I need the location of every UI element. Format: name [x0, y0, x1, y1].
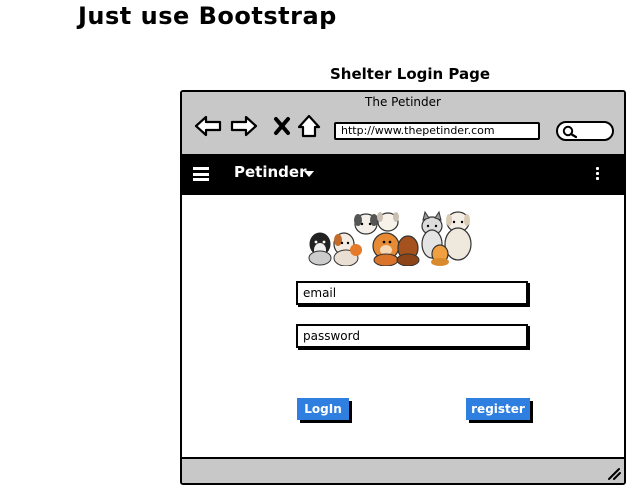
- password-field[interactable]: password: [296, 324, 528, 348]
- hamburger-menu-icon[interactable]: [193, 167, 209, 181]
- app-navbar: Petinder: [182, 154, 624, 195]
- home-icon[interactable]: [295, 112, 323, 140]
- page-subheading: Shelter Login Page: [330, 65, 491, 83]
- address-bar[interactable]: http://www.thepetinder.com: [334, 122, 540, 140]
- forward-arrow-icon[interactable]: [230, 112, 258, 140]
- browser-toolbar: The Petinder http://www.thepetinder.com: [182, 92, 624, 156]
- email-field[interactable]: email: [296, 281, 528, 305]
- browser-search-box[interactable]: [556, 121, 614, 141]
- browser-status-bar: [182, 457, 624, 483]
- login-button[interactable]: LogIn: [297, 398, 349, 420]
- stop-x-icon[interactable]: [268, 112, 296, 140]
- window-title: The Petinder: [365, 95, 441, 109]
- back-arrow-icon[interactable]: [194, 112, 222, 140]
- caret-down-icon[interactable]: [304, 171, 314, 177]
- resize-grip-icon[interactable]: [605, 466, 621, 480]
- search-icon: [562, 125, 578, 139]
- dogs-group-logo: [308, 210, 472, 266]
- kebab-menu-icon[interactable]: [596, 167, 600, 183]
- navbar-brand[interactable]: Petinder: [234, 163, 306, 181]
- register-button[interactable]: register: [466, 398, 530, 420]
- browser-window: The Petinder http://www.thepetinder.com: [180, 90, 626, 485]
- page-heading: Just use Bootstrap: [78, 2, 337, 30]
